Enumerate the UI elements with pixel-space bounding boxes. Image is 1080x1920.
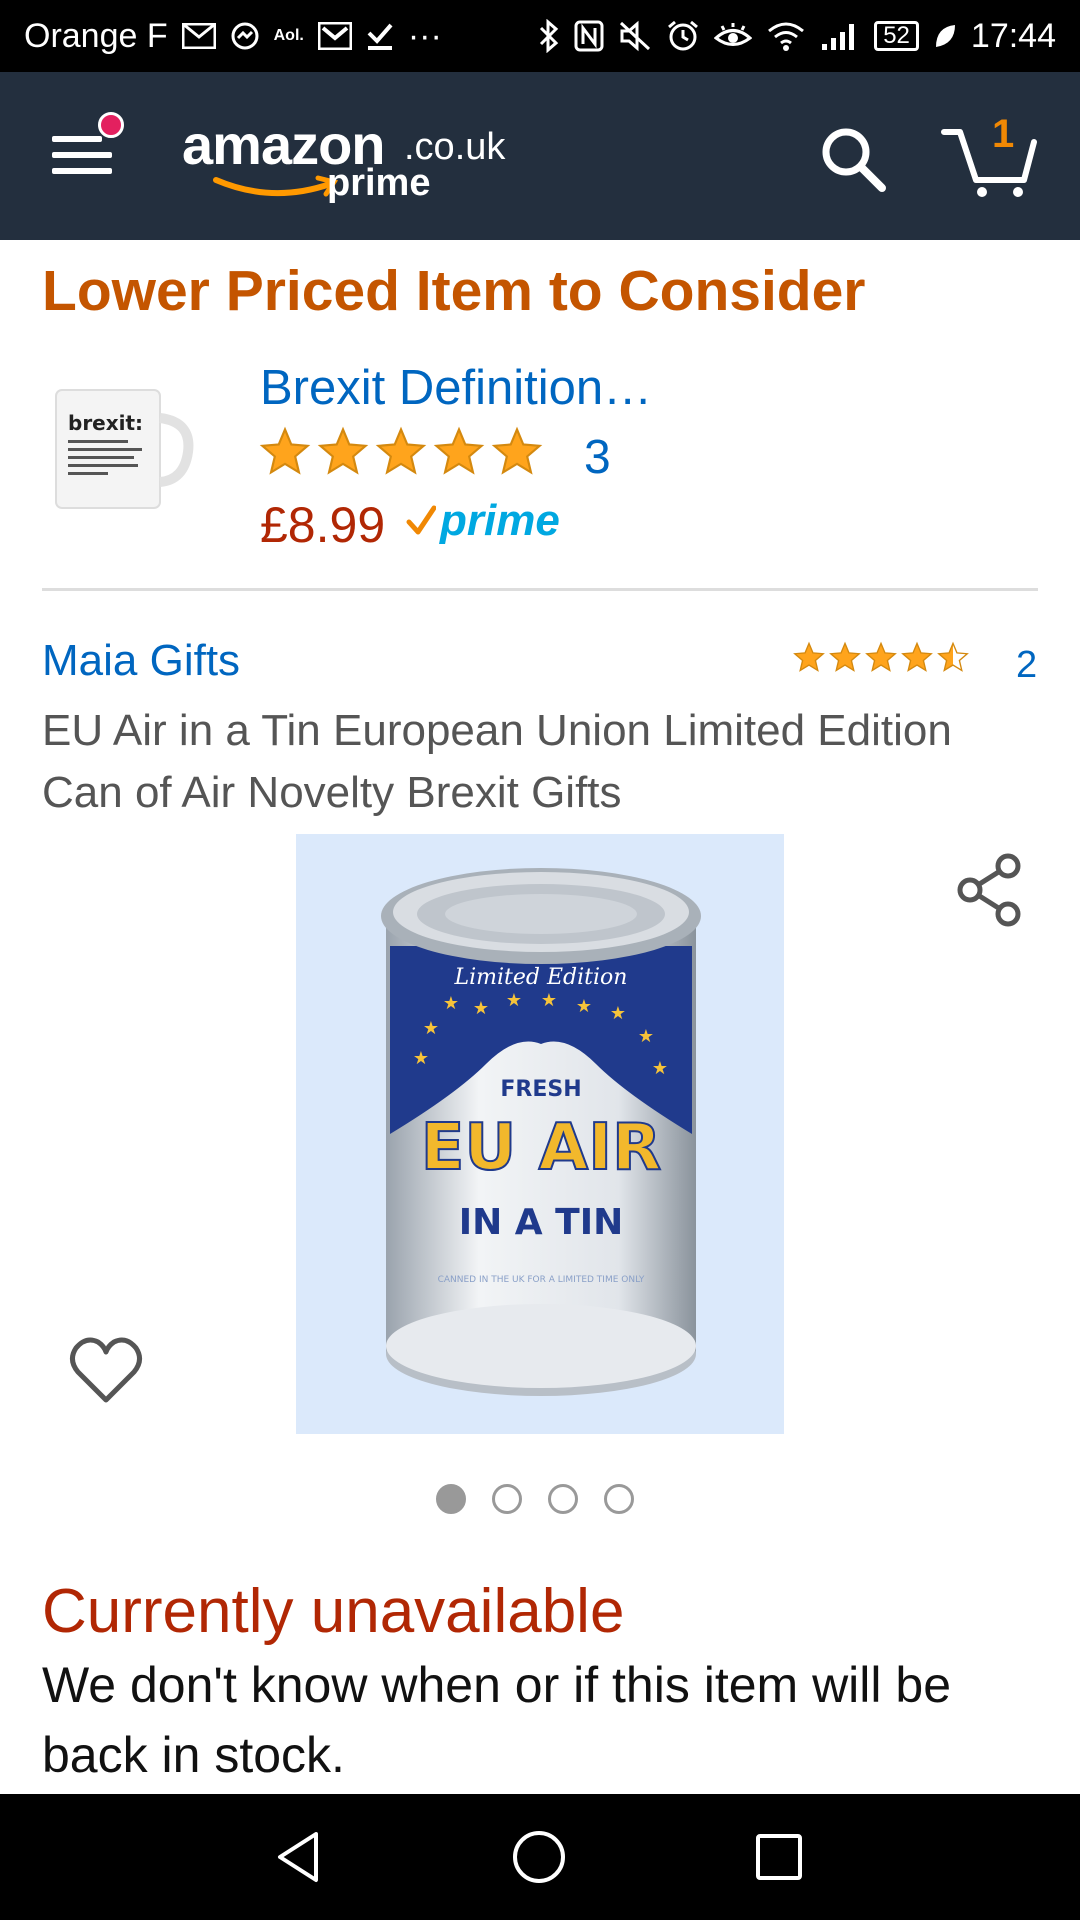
- recommended-product-title[interactable]: Brexit Definition…: [260, 360, 652, 416]
- star-icon: [865, 641, 897, 672]
- mail-icon: [181, 23, 216, 49]
- svg-text:★: ★: [638, 1026, 654, 1047]
- system-navigation-bar: [0, 1794, 1080, 1920]
- menu-line: [52, 168, 112, 174]
- home-button[interactable]: [506, 1824, 572, 1890]
- section-title: Lower Priced Item to Consider: [42, 259, 866, 323]
- can-fresh-label: FRESH: [500, 1077, 581, 1102]
- alarm-icon: [666, 19, 700, 53]
- mute-icon: [618, 20, 652, 52]
- svg-text:★: ★: [610, 1003, 626, 1024]
- availability-title: Currently unavailable: [42, 1577, 625, 1646]
- svg-text:★: ★: [413, 1048, 429, 1069]
- recents-button[interactable]: [746, 1824, 812, 1890]
- carousel-dot[interactable]: [548, 1484, 578, 1514]
- logo-prime: prime: [327, 162, 431, 204]
- prime-check-icon: [406, 505, 436, 535]
- prime-label: prime: [440, 496, 560, 545]
- svg-text:★: ★: [506, 990, 522, 1011]
- recommended-rating-stars: [258, 424, 544, 478]
- amazon-smile-icon: [213, 175, 339, 197]
- signal-icon: [820, 20, 860, 52]
- star-icon: [259, 426, 311, 475]
- carrier-label: Orange F: [24, 16, 168, 55]
- check-download-icon: [366, 21, 394, 51]
- messenger-icon: [230, 21, 260, 51]
- share-icon: [957, 853, 1021, 927]
- star-icon: [937, 641, 969, 672]
- svg-text:★: ★: [473, 998, 489, 1019]
- image-carousel-indicator: [436, 1484, 634, 1514]
- product-rating-stars[interactable]: [792, 640, 970, 674]
- product-review-count[interactable]: 2: [1016, 644, 1037, 687]
- can-canned-label: CANNED IN THE UK FOR A LIMITED TIME ONLY: [438, 1275, 645, 1285]
- svg-text:★: ★: [541, 990, 557, 1011]
- svg-text:★: ★: [423, 1018, 439, 1039]
- section-divider: [42, 588, 1038, 591]
- star-icon: [793, 641, 825, 672]
- brand-link[interactable]: Maia Gifts: [42, 636, 240, 686]
- home-circle-icon: [513, 1831, 565, 1883]
- cart-icon: [941, 129, 1037, 197]
- tin-can-image: Limited Edition ★★★ ★ ★ ★ ★ ★★ ★ FRESH EU A…: [381, 868, 701, 1396]
- cart-button[interactable]: 1: [940, 112, 1040, 198]
- cart-count-badge: 1: [992, 112, 1015, 156]
- recents-square-icon: [756, 1834, 802, 1880]
- recommended-review-count[interactable]: 3: [584, 430, 611, 485]
- recommended-price: £8.99: [260, 497, 386, 553]
- carousel-dot[interactable]: [492, 1484, 522, 1514]
- status-bar: Orange F Aol. ··· 52 17:44: [0, 0, 1080, 72]
- carousel-dot[interactable]: [436, 1484, 466, 1514]
- bluetooth-icon: [538, 19, 560, 53]
- notification-dot: [98, 112, 124, 138]
- product-image[interactable]: Limited Edition ★ ★ ★ ★ ★ ★ ★ ★ ★ ★ FRESH EU A…: [296, 834, 784, 1434]
- nfc-icon: [574, 20, 604, 52]
- prime-badge: prime: [406, 496, 560, 546]
- app-header: amazon .co.uk prime 1: [0, 72, 1080, 240]
- battery-indicator: 52: [874, 21, 919, 51]
- heart-icon: [70, 1337, 142, 1403]
- wishlist-button[interactable]: [68, 1336, 144, 1406]
- back-button[interactable]: [268, 1824, 334, 1890]
- availability-message: We don't know when or if this item will …: [42, 1657, 952, 1783]
- power-saving-leaf-icon: [933, 22, 957, 50]
- clock: 17:44: [970, 16, 1056, 55]
- star-icon: [901, 641, 933, 672]
- hamburger-menu-button[interactable]: [52, 112, 124, 184]
- wifi-icon: [766, 20, 806, 52]
- can-limited-label: Limited Edition: [454, 965, 628, 990]
- search-icon: [822, 128, 886, 192]
- amazon-prime-logo[interactable]: amazon .co.uk prime: [182, 112, 512, 212]
- recommended-product-thumbnail[interactable]: brexit:: [42, 372, 194, 524]
- more-notifications-icon: ···: [407, 16, 442, 55]
- menu-line: [52, 136, 102, 142]
- star-icon: [829, 641, 861, 672]
- menu-line: [52, 152, 112, 158]
- product-title: EU Air in a Tin European Union Limited E…: [42, 706, 952, 817]
- star-icon: [317, 426, 369, 475]
- aol-icon: Aol.: [273, 27, 304, 44]
- share-button[interactable]: [954, 850, 1026, 930]
- star-icon: [433, 426, 485, 475]
- mug-image: brexit:: [55, 389, 194, 509]
- back-triangle-icon: [278, 1832, 318, 1882]
- search-button[interactable]: [818, 124, 888, 194]
- can-in-a-tin-label: IN A TIN: [459, 1202, 624, 1243]
- star-icon: [375, 426, 427, 475]
- mug-label: brexit:: [68, 411, 143, 435]
- svg-text:★: ★: [443, 993, 459, 1014]
- svg-text:★: ★: [576, 996, 592, 1017]
- gmail-icon: [317, 22, 352, 50]
- svg-text:★: ★: [652, 1058, 668, 1079]
- can-eu-air-label: EU AIR: [421, 1111, 662, 1185]
- carousel-dot[interactable]: [604, 1484, 634, 1514]
- star-icon: [491, 426, 543, 475]
- eye-comfort-icon: [714, 21, 753, 51]
